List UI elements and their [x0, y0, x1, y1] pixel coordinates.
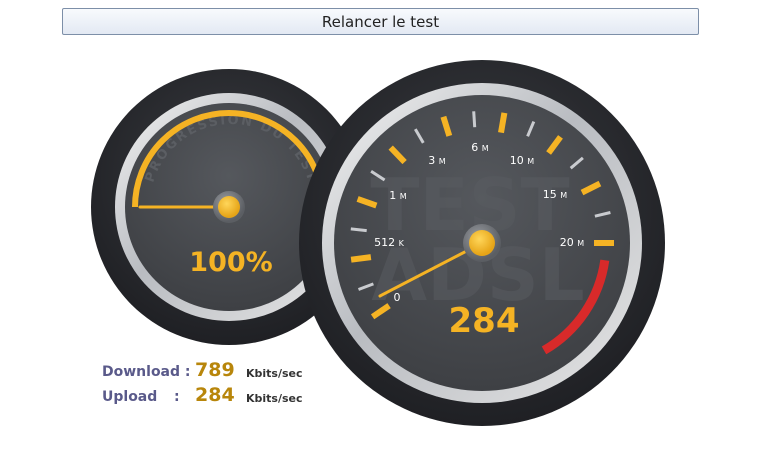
major-tick — [498, 112, 508, 134]
speed-needle-hub — [469, 230, 495, 256]
speed-gauge: TEST ADSL 0 512 K 1 M 3 M 6 M 10 M 15 M … — [299, 60, 665, 426]
upload-unit: Kbits/sec — [246, 392, 303, 405]
progress-needle-hub — [218, 196, 240, 218]
minor-tick — [472, 111, 477, 128]
scale-label-0: 0 — [394, 291, 401, 304]
upload-label: Upload — [102, 389, 158, 405]
upload-value: 284 — [195, 384, 235, 406]
upload-separator: : — [174, 389, 180, 405]
speed-value: 284 — [449, 301, 520, 341]
download-unit: Kbits/sec — [246, 367, 303, 380]
major-tick — [350, 254, 372, 263]
download-value: 789 — [195, 359, 235, 381]
minor-tick — [350, 227, 367, 233]
progress-percent: 100% — [189, 247, 272, 278]
download-label: Download : — [102, 364, 191, 380]
